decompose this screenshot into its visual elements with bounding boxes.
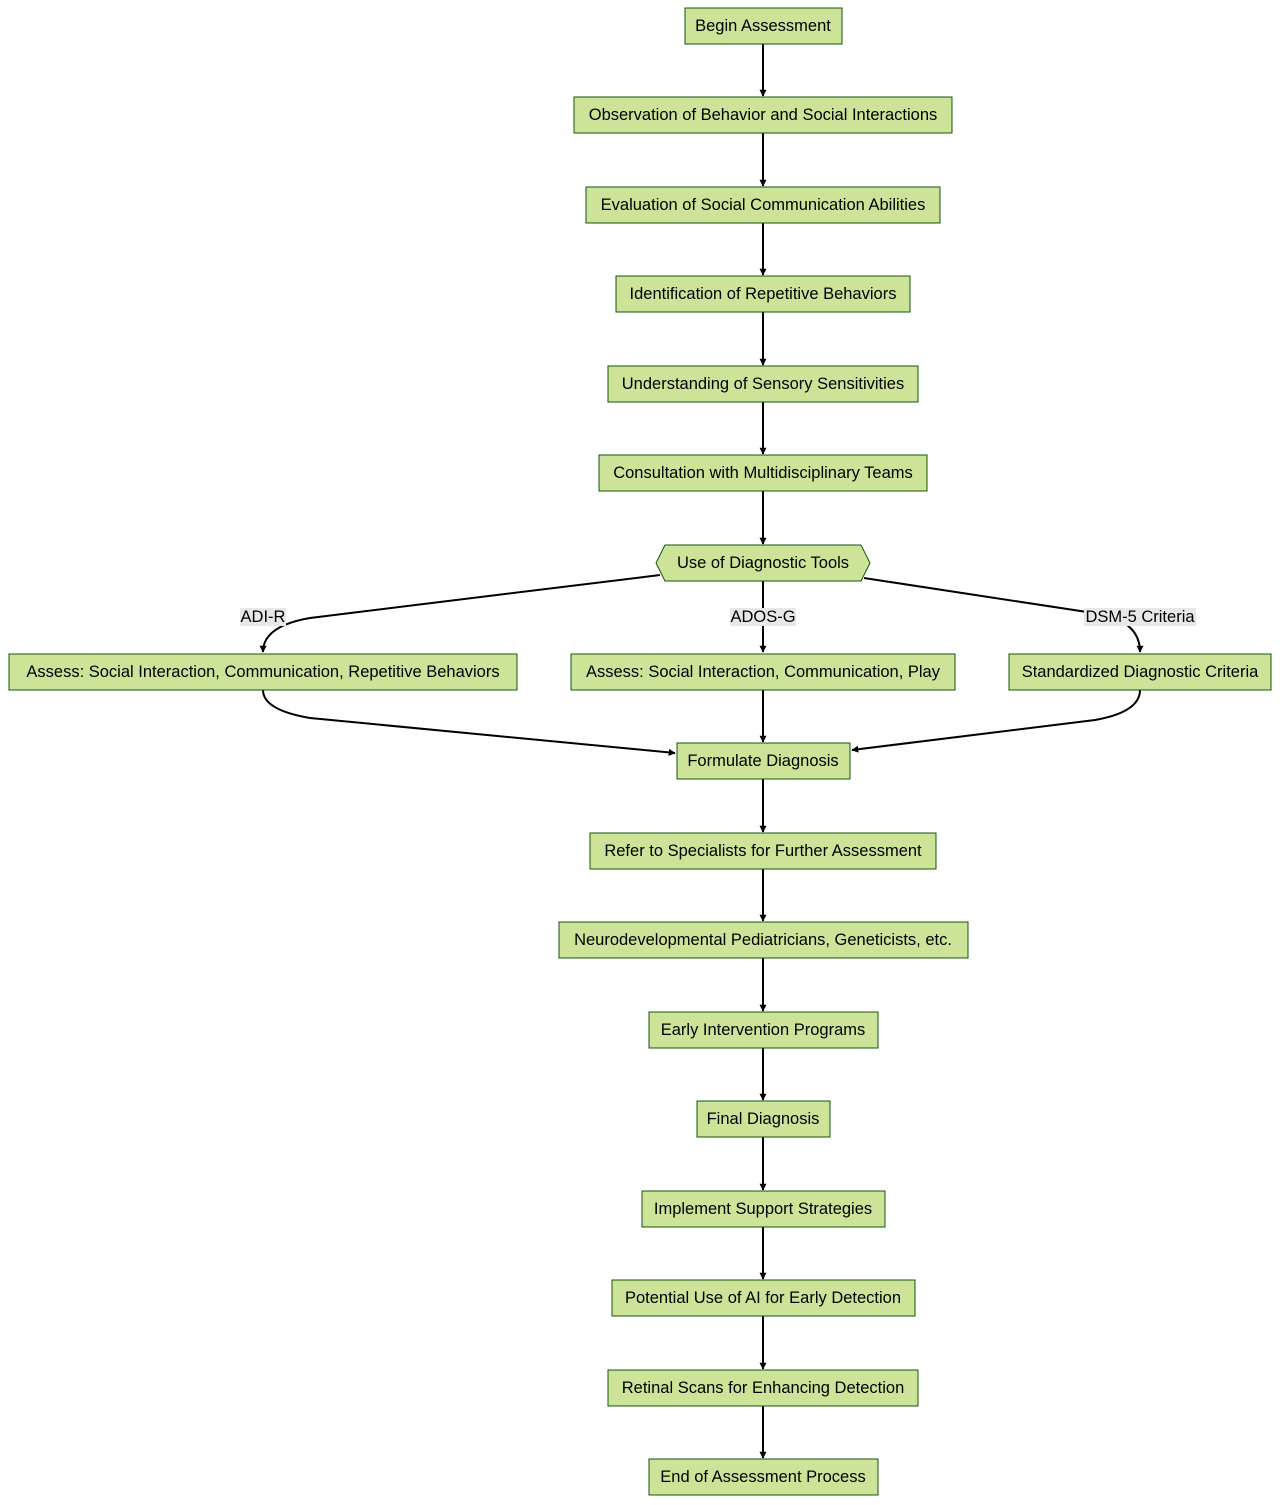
svg-text:Use of Diagnostic Tools: Use of Diagnostic Tools	[677, 554, 849, 572]
svg-text:Potential Use of AI for Early: Potential Use of AI for Early Detection	[625, 1289, 901, 1307]
svg-text:ADOS-G: ADOS-G	[730, 608, 795, 626]
node-tools-hexagon[interactable]: Use of Diagnostic Tools	[655, 544, 871, 582]
svg-text:Refer to Specialists for Furth: Refer to Specialists for Further Assessm…	[604, 842, 922, 860]
edge-label-adosg: ADOS-G	[730, 608, 796, 626]
node-dsm-criteria[interactable]: Standardized Diagnostic Criteria	[1008, 653, 1272, 691]
node-adir-assess[interactable]: Assess: Social Interaction, Communicatio…	[8, 653, 518, 691]
svg-text:Final Diagnosis: Final Diagnosis	[707, 1110, 820, 1128]
edge-dsm-formulate	[851, 689, 1141, 753]
svg-text:DSM-5 Criteria: DSM-5 Criteria	[1085, 608, 1195, 626]
node-final[interactable]: Final Diagnosis	[696, 1100, 831, 1138]
svg-text:Standardized Diagnostic Criter: Standardized Diagnostic Criteria	[1022, 663, 1259, 681]
svg-text:Begin Assessment: Begin Assessment	[695, 17, 831, 35]
node-consultation[interactable]: Consultation with Multidisciplinary Team…	[598, 454, 928, 492]
svg-text:Identification of Repetitive B: Identification of Repetitive Behaviors	[630, 285, 897, 303]
node-end[interactable]: End of Assessment Process	[648, 1458, 879, 1496]
svg-text:Observation of Behavior and So: Observation of Behavior and Social Inter…	[589, 106, 938, 124]
svg-text:Assess: Social Interaction, Co: Assess: Social Interaction, Communicatio…	[26, 663, 499, 681]
node-formulate[interactable]: Formulate Diagnosis	[676, 742, 851, 780]
node-evaluation[interactable]: Evaluation of Social Communication Abili…	[585, 186, 941, 224]
svg-text:End of Assessment Process: End of Assessment Process	[660, 1468, 865, 1486]
node-identification[interactable]: Identification of Repetitive Behaviors	[615, 275, 911, 313]
node-refer[interactable]: Refer to Specialists for Further Assessm…	[589, 832, 937, 870]
svg-text:Implement Support Strategies: Implement Support Strategies	[654, 1200, 872, 1218]
node-observation[interactable]: Observation of Behavior and Social Inter…	[573, 96, 953, 134]
svg-text:Formulate Diagnosis: Formulate Diagnosis	[687, 752, 838, 770]
node-ai[interactable]: Potential Use of AI for Early Detection	[611, 1279, 916, 1317]
svg-text:ADI-R: ADI-R	[241, 608, 286, 626]
edge-label-adir: ADI-R	[240, 608, 286, 626]
svg-text:Early Intervention Programs: Early Intervention Programs	[661, 1021, 866, 1039]
svg-text:Neurodevelopmental Pediatricia: Neurodevelopmental Pediatricians, Geneti…	[574, 931, 952, 949]
svg-text:Understanding of Sensory Sensi: Understanding of Sensory Sensitivities	[622, 375, 904, 393]
edge-tools-adir	[259, 574, 661, 653]
node-early[interactable]: Early Intervention Programs	[648, 1011, 879, 1049]
svg-text:Assess: Social Interaction, Co: Assess: Social Interaction, Communicatio…	[586, 663, 941, 681]
node-begin[interactable]: Begin Assessment	[684, 7, 843, 45]
flowchart: ADI-R ADOS-G DSM-5 Criteria Begin Assess…	[8, 7, 1272, 1496]
node-retinal[interactable]: Retinal Scans for Enhancing Detection	[607, 1369, 919, 1407]
edge-adir-formulate	[262, 689, 676, 756]
node-implement[interactable]: Implement Support Strategies	[641, 1190, 886, 1228]
svg-text:Consultation with Multidiscipl: Consultation with Multidisciplinary Team…	[613, 464, 913, 482]
node-ados-assess[interactable]: Assess: Social Interaction, Communicatio…	[570, 653, 956, 691]
edge-label-dsm5: DSM-5 Criteria	[1084, 608, 1196, 626]
svg-text:Retinal Scans for Enhancing De: Retinal Scans for Enhancing Detection	[622, 1379, 905, 1397]
svg-text:Evaluation of Social Communica: Evaluation of Social Communication Abili…	[601, 196, 926, 214]
node-neuro[interactable]: Neurodevelopmental Pediatricians, Geneti…	[558, 921, 969, 959]
node-understanding[interactable]: Understanding of Sensory Sensitivities	[607, 365, 919, 403]
